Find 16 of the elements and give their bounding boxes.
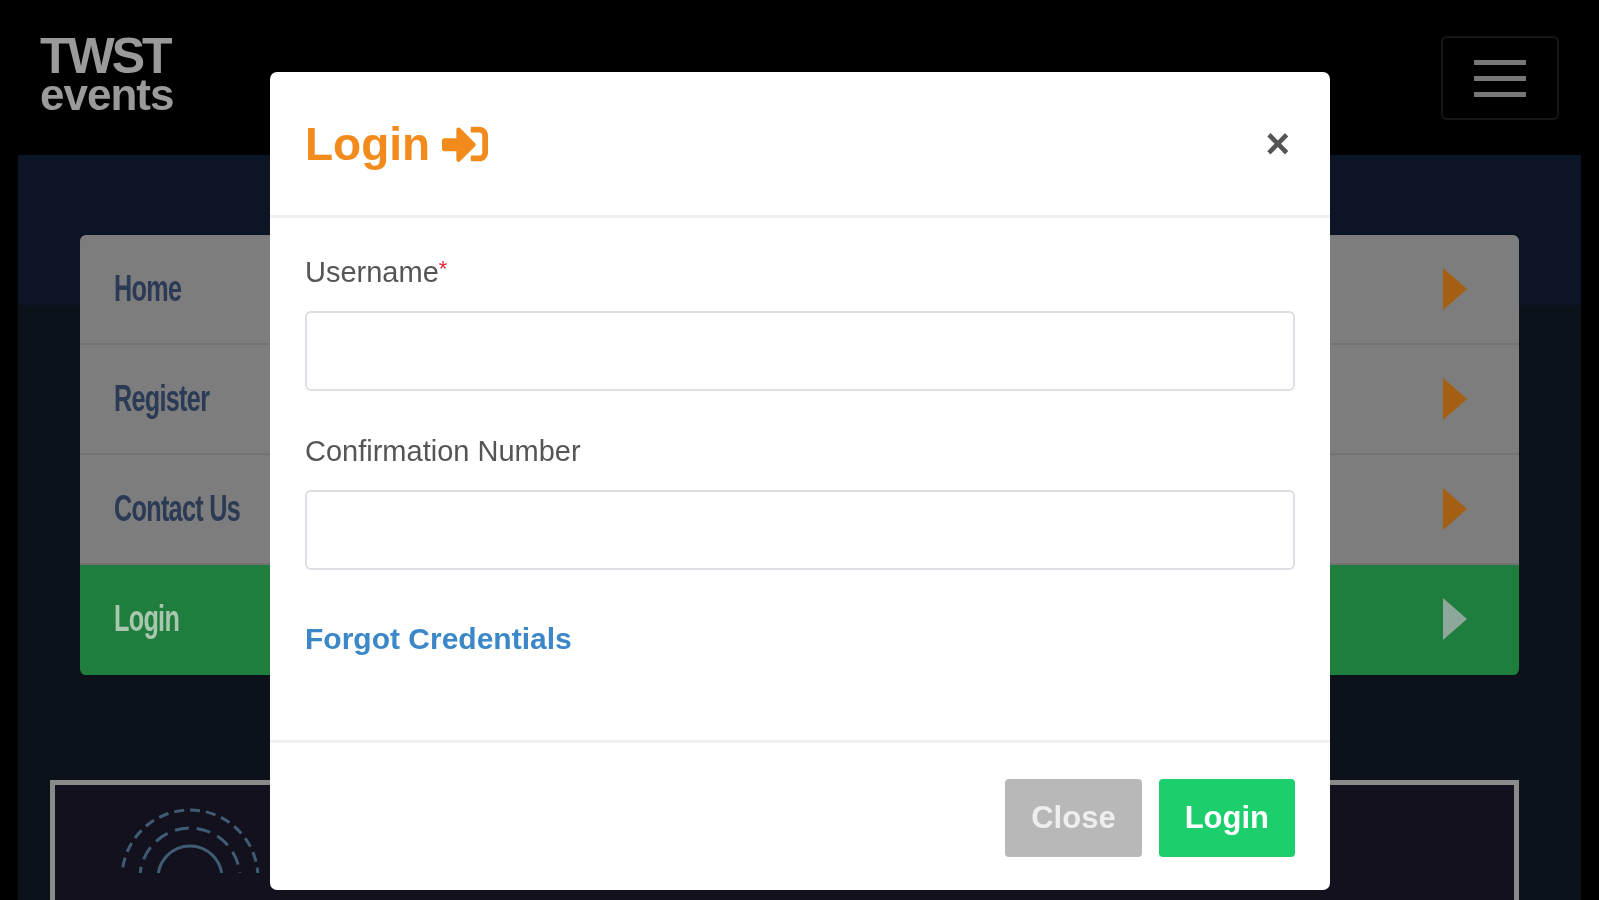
input-field[interactable] [305,490,1295,570]
menu-icon [1474,58,1526,98]
login-button[interactable]: Login [1158,779,1295,857]
triangle-right-icon [1443,488,1467,530]
triangle-right-icon [1443,598,1467,640]
triangle-right-icon [1443,268,1467,310]
menu-button[interactable] [1441,36,1559,120]
forgot-credentials-link[interactable]: Forgot Credentials [305,622,572,656]
field-label: Confirmation Number [305,435,581,468]
field-label: Username* [305,256,448,289]
input-field[interactable] [305,311,1295,391]
triangle-right-icon [1443,378,1467,420]
logo-text: TWST [40,36,170,77]
dialog-title: Login [305,116,431,171]
logo-subtext: events [40,77,174,114]
close-button[interactable]: × [1265,122,1290,165]
